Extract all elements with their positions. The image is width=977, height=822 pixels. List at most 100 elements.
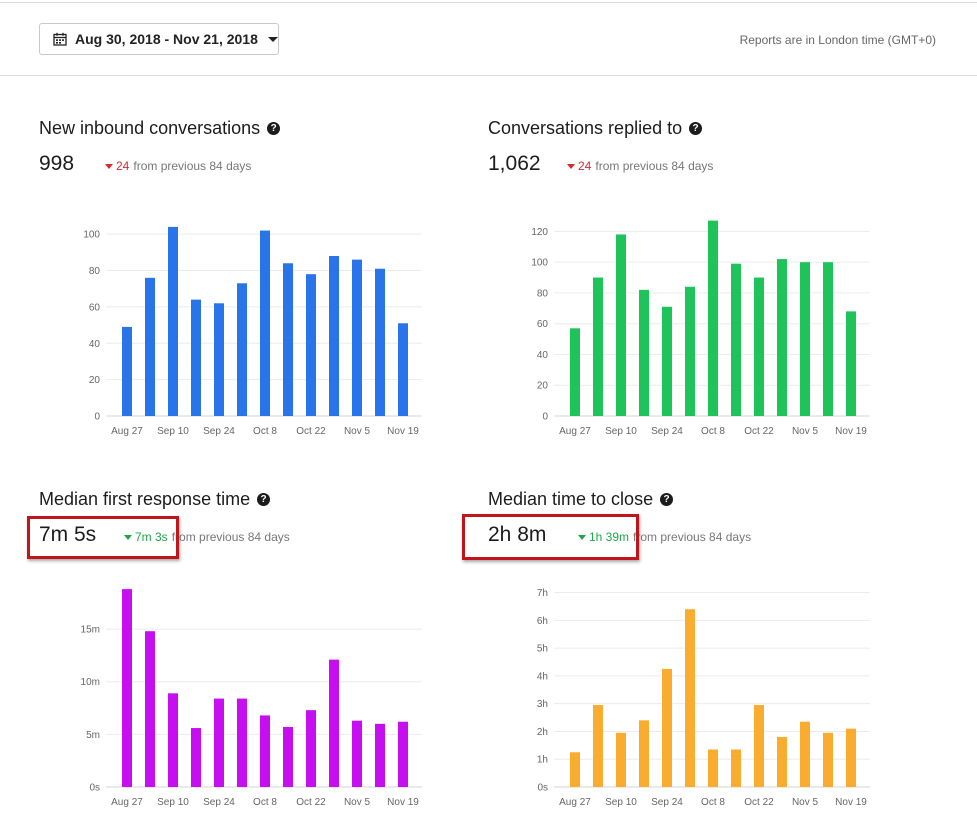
x-tick-label: Nov 19 xyxy=(835,797,867,808)
x-tick-label: Oct 22 xyxy=(744,797,774,808)
y-tick-label: 80 xyxy=(537,288,549,299)
y-tick-label: 5m xyxy=(86,730,100,741)
date-range-label: Aug 30, 2018 - Nov 21, 2018 xyxy=(75,31,258,47)
bar[interactable] xyxy=(593,277,603,416)
chevron-down-icon xyxy=(267,36,278,42)
y-tick-label: 6h xyxy=(537,616,548,627)
x-tick-label: Oct 8 xyxy=(701,797,725,808)
bar[interactable] xyxy=(639,720,649,787)
y-tick-label: 20 xyxy=(537,381,549,392)
x-tick-label: Oct 8 xyxy=(253,426,277,437)
bar[interactable] xyxy=(593,705,603,787)
bar[interactable] xyxy=(777,737,787,787)
panel-title: Median first response time ? xyxy=(39,489,271,510)
bar[interactable] xyxy=(731,749,741,788)
y-tick-label: 40 xyxy=(537,350,549,361)
bar[interactable] xyxy=(662,306,672,416)
y-tick-label: 80 xyxy=(89,266,101,277)
bar[interactable] xyxy=(398,323,408,416)
timezone-note: Reports are in London time (GMT+0) xyxy=(739,33,936,47)
bar[interactable] xyxy=(823,262,833,416)
x-tick-label: Sep 24 xyxy=(651,797,683,808)
delta-indicator: 24 from previous 84 days xyxy=(567,159,713,173)
bar[interactable] xyxy=(352,259,362,416)
bar[interactable] xyxy=(168,226,178,416)
bar[interactable] xyxy=(639,289,649,416)
y-tick-label: 0s xyxy=(89,783,100,794)
y-tick-label: 10m xyxy=(81,677,100,688)
bar[interactable] xyxy=(570,328,580,416)
date-range-picker[interactable]: Aug 30, 2018 - Nov 21, 2018 xyxy=(39,23,279,55)
bar[interactable] xyxy=(283,263,293,416)
bar[interactable] xyxy=(191,728,201,787)
bar[interactable] xyxy=(329,659,339,787)
x-tick-label: Sep 24 xyxy=(203,426,235,437)
bar[interactable] xyxy=(306,274,316,416)
panel-title-text: New inbound conversations xyxy=(39,118,261,138)
inbound-conversations-chart: 0 20 40 60 80 100 Aug 27 Sep 10 Sep 24 Oct 8 Oct 2… xyxy=(83,226,422,437)
bar[interactable] xyxy=(237,283,247,416)
bar[interactable] xyxy=(754,277,764,416)
bar[interactable] xyxy=(685,609,695,787)
x-tick-label: Nov 5 xyxy=(792,797,819,808)
help-icon[interactable]: ? xyxy=(267,122,281,135)
bar[interactable] xyxy=(616,234,626,416)
bar[interactable] xyxy=(191,299,201,416)
help-icon[interactable]: ? xyxy=(689,122,703,135)
highlight-box xyxy=(462,514,639,560)
bar[interactable] xyxy=(122,589,132,787)
bar[interactable] xyxy=(708,749,718,788)
bar[interactable] xyxy=(352,720,362,787)
bar[interactable] xyxy=(800,262,810,416)
bar[interactable] xyxy=(375,268,385,416)
bar[interactable] xyxy=(237,698,247,787)
bar[interactable] xyxy=(306,710,316,787)
bar[interactable] xyxy=(662,668,672,787)
bar[interactable] xyxy=(260,715,270,787)
bar[interactable] xyxy=(823,732,833,787)
stat-value: 1,062 xyxy=(488,152,541,175)
bar[interactable] xyxy=(375,723,385,787)
bar[interactable] xyxy=(214,303,224,416)
bar[interactable] xyxy=(260,230,270,416)
x-tick-label: Aug 27 xyxy=(559,426,591,437)
panel-title-text: Conversations replied to xyxy=(488,118,683,138)
bar[interactable] xyxy=(777,259,787,416)
bar[interactable] xyxy=(168,693,178,787)
calendar-icon xyxy=(53,32,67,46)
bar[interactable] xyxy=(122,326,132,416)
y-tick-label: 0 xyxy=(542,412,548,423)
x-tick-label: Oct 22 xyxy=(744,426,774,437)
bar[interactable] xyxy=(570,752,580,787)
bar[interactable] xyxy=(754,705,764,787)
bar[interactable] xyxy=(685,286,695,416)
bar[interactable] xyxy=(398,721,408,787)
delta-indicator: 24 from previous 84 days xyxy=(105,159,251,173)
bar[interactable] xyxy=(329,256,339,416)
bar[interactable] xyxy=(731,263,741,416)
delta-value: 24 xyxy=(578,159,592,173)
y-tick-label: 20 xyxy=(89,375,101,386)
x-tick-label: Oct 8 xyxy=(701,426,725,437)
x-tick-label: Nov 5 xyxy=(792,426,819,437)
help-icon[interactable]: ? xyxy=(660,493,674,506)
bar[interactable] xyxy=(145,277,155,416)
help-icon[interactable]: ? xyxy=(257,493,271,506)
bar[interactable] xyxy=(846,311,856,416)
bar[interactable] xyxy=(708,220,718,416)
bar[interactable] xyxy=(846,728,856,787)
bar[interactable] xyxy=(214,698,224,787)
x-tick-label: Aug 27 xyxy=(111,426,143,437)
arrow-down-icon xyxy=(105,163,113,169)
y-tick-label: 120 xyxy=(531,227,548,238)
bar[interactable] xyxy=(616,732,626,787)
highlight-box xyxy=(27,516,179,559)
x-tick-label: Sep 10 xyxy=(157,797,189,808)
y-tick-label: 7h xyxy=(537,588,548,599)
bar[interactable] xyxy=(145,631,155,787)
y-tick-label: 0s xyxy=(537,783,548,794)
bar[interactable] xyxy=(283,727,293,787)
replied-conversations-chart: 0 20 40 60 80 100 120 Aug 27 Sep 10 Sep 24 Oct 8 Oc… xyxy=(531,220,870,437)
panel-title-text: Median time to close xyxy=(488,489,654,509)
bar[interactable] xyxy=(800,721,810,787)
